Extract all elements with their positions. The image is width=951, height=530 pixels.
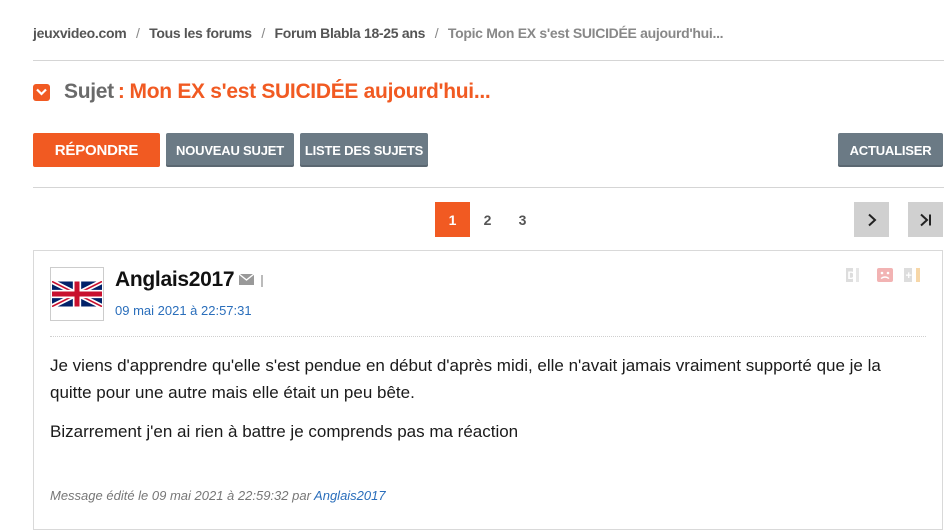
edit-notice-author[interactable]: Anglais2017	[314, 488, 386, 503]
next-page-button[interactable]	[854, 202, 889, 237]
topic-header: Sujet : Mon EX s'est SUICIDÉE aujourd'hu…	[33, 80, 491, 104]
svg-text:D: D	[848, 270, 856, 282]
breadcrumb-forum[interactable]: Forum Blabla 18-25 ans	[275, 25, 426, 41]
quote-icon[interactable]: D	[846, 266, 868, 284]
forum-post: Anglais2017 09 mai 2021 à 22:57:31 D + J…	[33, 250, 943, 530]
mail-icon[interactable]	[238, 273, 265, 292]
post-author[interactable]: Anglais2017	[115, 268, 235, 292]
page-1[interactable]: 1	[435, 202, 470, 237]
chevron-down-icon[interactable]	[33, 83, 50, 101]
refresh-button[interactable]: Actualiser	[838, 133, 943, 167]
chevron-right-icon	[867, 213, 876, 226]
post-date[interactable]: 09 mai 2021 à 22:57:31	[115, 303, 252, 318]
subject-colon: :	[117, 80, 125, 103]
svg-text:+: +	[906, 270, 912, 282]
divider	[50, 336, 926, 337]
page-3[interactable]: 3	[505, 202, 540, 237]
post-body: Je viens d'apprendre qu'elle s'est pendu…	[50, 352, 920, 458]
new-topic-button[interactable]: Nouveau sujet	[166, 133, 294, 167]
uk-flag-icon	[52, 281, 102, 307]
breadcrumb-all-forums[interactable]: Tous les forums	[149, 25, 252, 41]
post-paragraph: Bizarrement j'en ai rien à battre je com…	[50, 422, 519, 442]
page-2[interactable]: 2	[470, 202, 505, 237]
divider	[33, 187, 944, 188]
last-page-icon	[919, 213, 931, 226]
edit-notice: Message édité le 09 mai 2021 à 22:59:32 …	[50, 488, 386, 503]
breadcrumb-separator: /	[261, 25, 265, 41]
breadcrumb-home[interactable]: jeuxvideo.com	[33, 25, 127, 41]
breadcrumb: jeuxvideo.com / Tous les forums / Forum …	[33, 25, 724, 41]
post-paragraph: Je viens d'apprendre qu'elle s'est pendu…	[50, 356, 881, 403]
avatar[interactable]	[50, 267, 104, 321]
edit-notice-text: Message édité le 09 mai 2021 à 22:59:32 …	[50, 488, 311, 503]
breadcrumb-current-topic: Topic Mon EX s'est SUICIDÉE aujourd'hui.…	[447, 25, 724, 41]
topic-list-button[interactable]: Liste des sujets	[300, 133, 428, 167]
subject-label: Sujet	[64, 80, 114, 103]
report-icon[interactable]	[875, 266, 897, 284]
breadcrumb-separator: /	[135, 25, 140, 41]
pagination: 1 2 3	[435, 202, 540, 237]
post-actions: D +	[846, 266, 926, 284]
reply-button[interactable]: Répondre	[33, 133, 160, 167]
last-page-button[interactable]	[908, 202, 943, 237]
divider	[33, 60, 944, 61]
delete-icon[interactable]: +	[904, 266, 926, 284]
breadcrumb-separator: /	[434, 25, 439, 41]
topic-title: Mon EX s'est SUICIDÉE aujourd'hui...	[129, 80, 491, 103]
